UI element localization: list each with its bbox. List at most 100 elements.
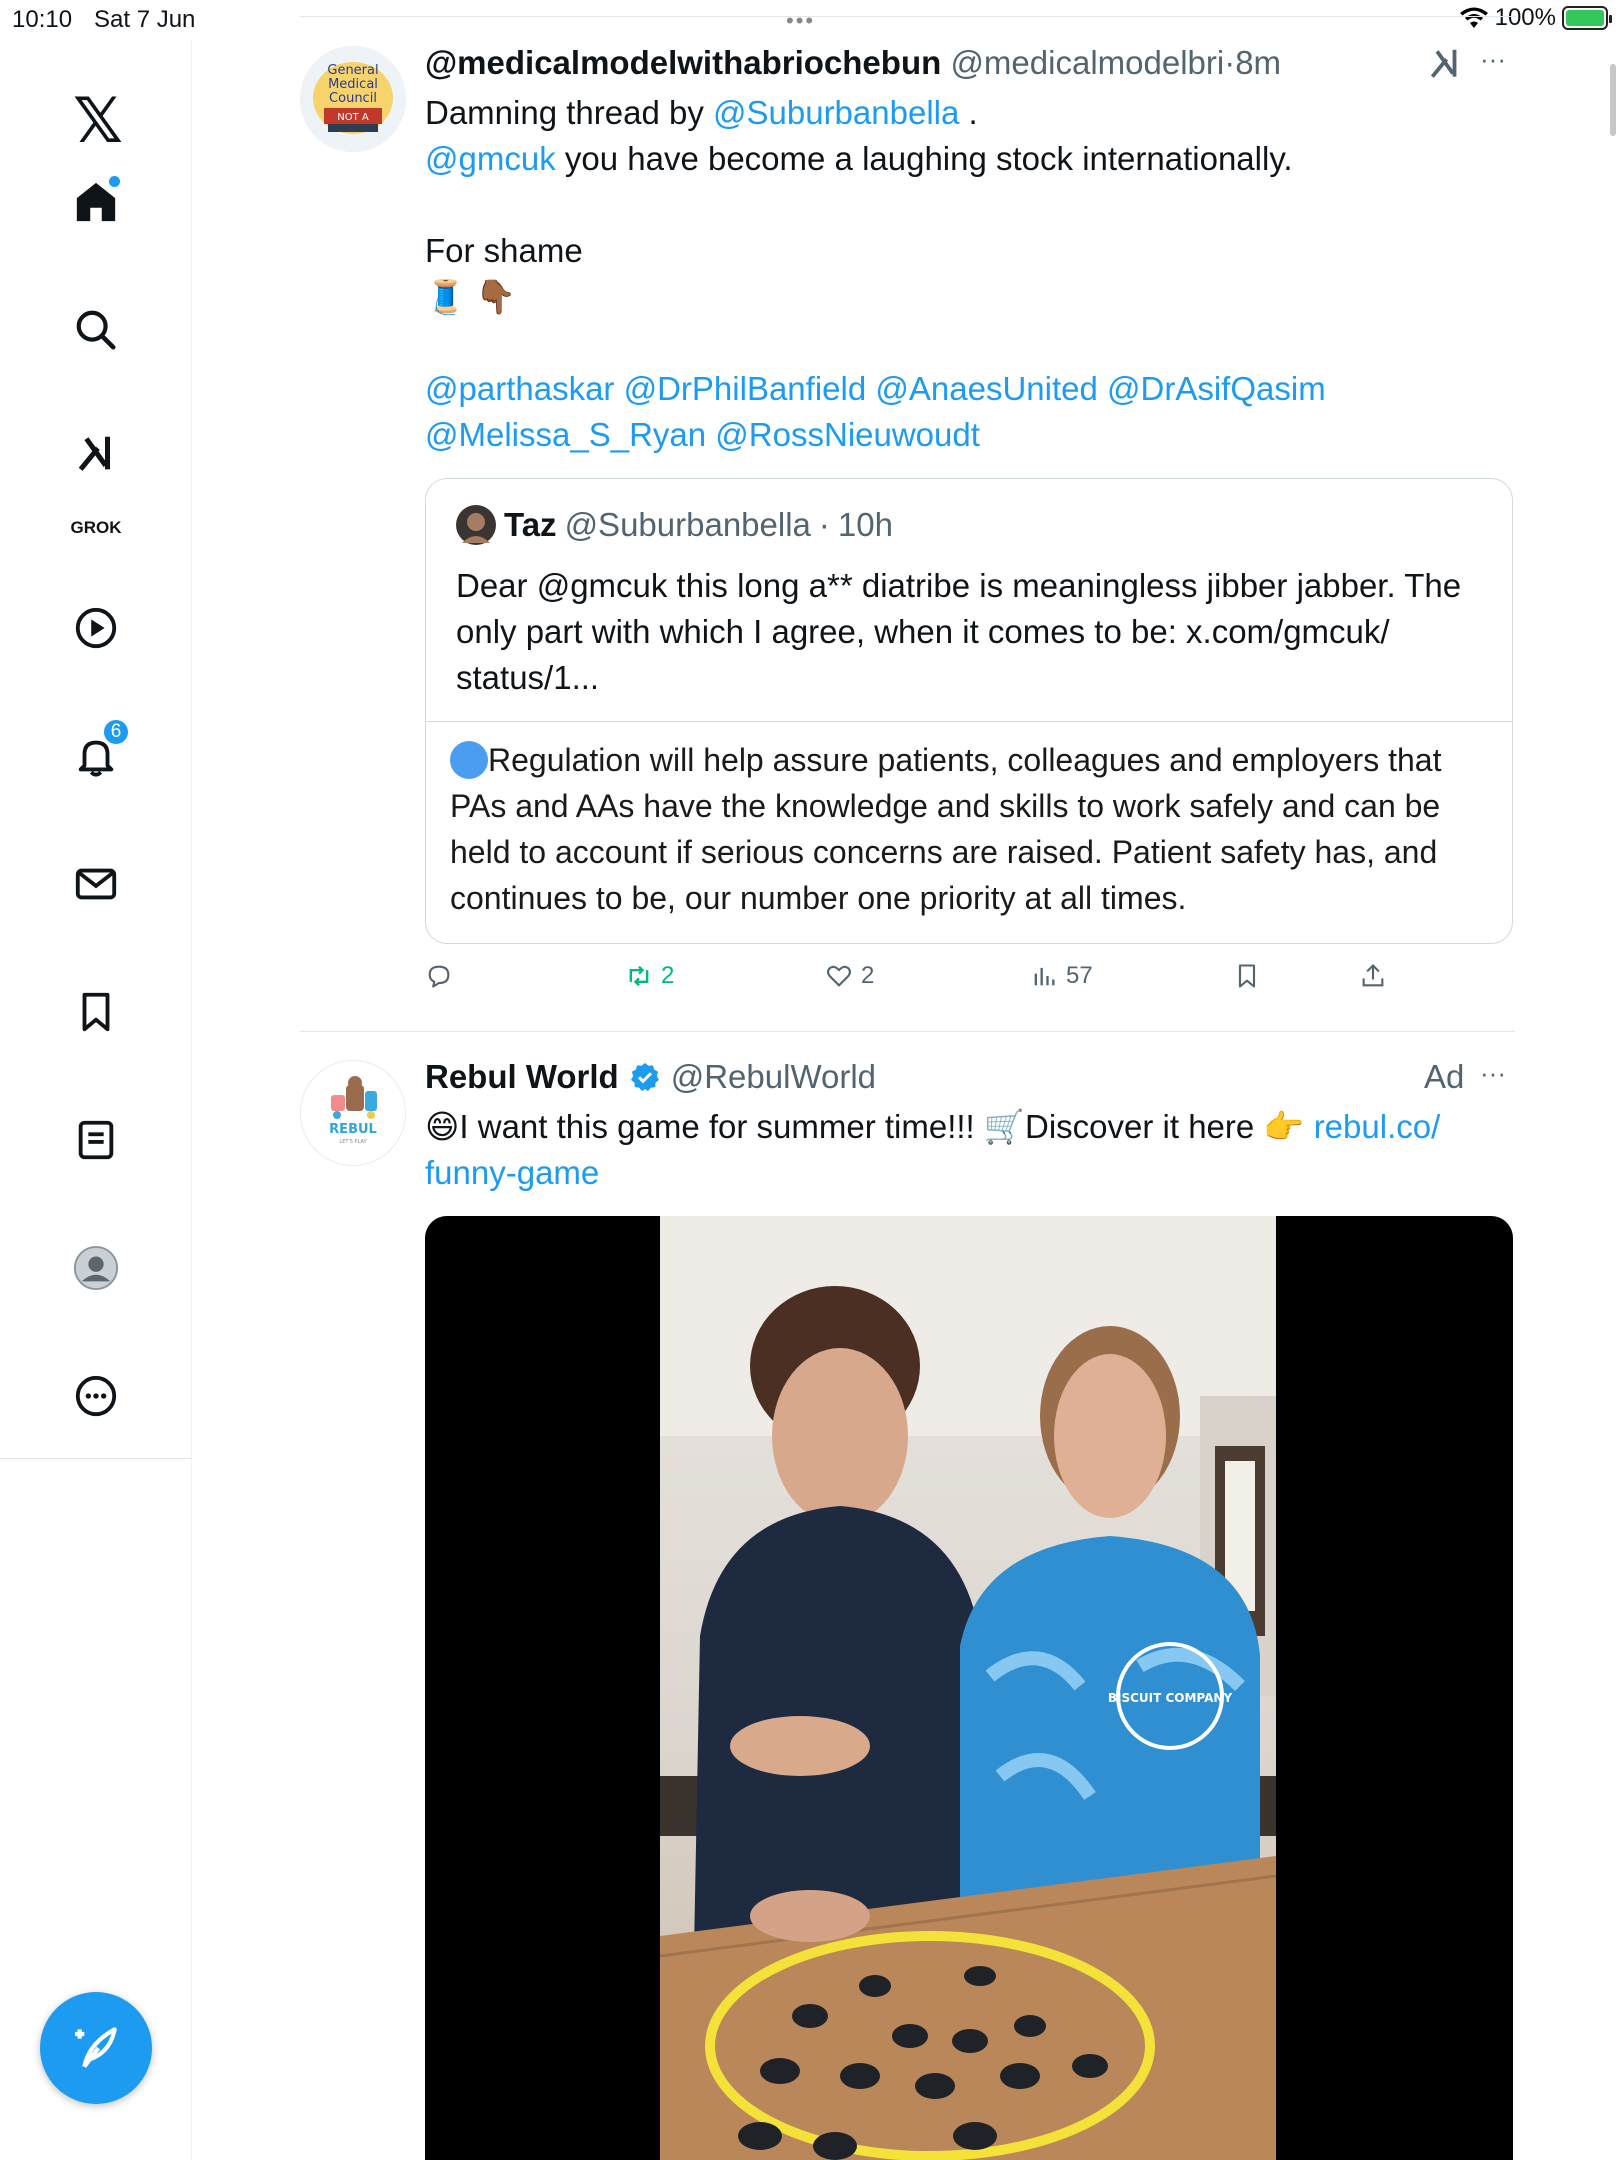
views-button[interactable]: 57 [1030,962,1093,990]
grok-icon [78,436,110,471]
bookmark-button[interactable] [1233,962,1261,990]
mention-link[interactable]: @RossNieuwoudt [715,416,980,453]
ad-link-continued[interactable]: funny-game [425,1150,1515,1196]
x-logo-icon[interactable]: 𝕏 [66,84,130,157]
compose-post-button[interactable] [40,1992,152,2104]
quote-divider [426,721,1512,722]
mention-suburbanbella[interactable]: @Suburbanbella [713,94,959,131]
status-bar: 10:10 Sat 7 Jun ••• 100% [0,0,1620,40]
verified-badge-icon [630,1063,659,1092]
quote-handle[interactable]: @Suburbanbella [565,506,811,544]
like-count: 2 [861,962,875,989]
tweet2-handle[interactable]: @RebulWorld [671,1054,876,1100]
like-button[interactable]: 2 [825,962,874,990]
quote-header: Taz @Suburbanbella · 10h [456,505,893,545]
scrollbar[interactable] [1610,64,1616,136]
gmc-logo-avatar: General Medical Council NOT A [300,46,406,152]
battery-icon [1562,6,1612,30]
nav-video[interactable] [64,596,128,660]
tweet1-line2: @gmcuk you have become a laughing stock … [425,140,1293,177]
mention-link[interactable]: @parthaskar [425,370,614,407]
sidebar-divider [0,1458,192,1459]
tweet1-body: Damning thread by @Suburbanbella . @gmcu… [425,90,1515,458]
video-still-image: BISCUIT COMPANY [660,1216,1276,2160]
nav-messages[interactable] [64,852,128,916]
views-bar-chart-icon [1034,967,1055,986]
tweet1-handle[interactable]: @medicalmodelbri [950,44,1224,81]
shirt-print-text: BISCUIT COMPANY [1108,1691,1233,1705]
ad-link[interactable]: rebul.co/ [1314,1108,1441,1145]
nav-profile[interactable] [64,1236,128,1300]
mention-link[interactable]: @AnaesUnited [875,370,1097,407]
compose-feather-icon [75,2027,117,2068]
svg-text:NOT A: NOT A [337,112,369,123]
mention-gmcuk[interactable]: @gmcuk [425,140,556,177]
status-time: 10:10 [12,6,73,33]
share-icon [1362,964,1384,987]
quote-text: Dear @gmcuk this long a** diatribe is me… [456,567,1462,696]
retweet-button[interactable]: 2 [625,962,674,990]
nav-more[interactable] [64,1364,128,1428]
tweet1-line3: For shame [425,232,583,269]
share-button[interactable] [1359,962,1387,990]
tweet1-display-name[interactable]: @medicalmodelwithabriochebun [425,44,941,81]
rebul-logo-avatar: REBUL LET'S PLAY [301,1061,405,1165]
tweet1-mentions-row1: @parthaskar @DrPhilBanfield @AnaesUnited… [425,366,1515,412]
grok-explain-icon[interactable] [1426,44,1464,84]
quoted-tweet[interactable]: Taz @Suburbanbella · 10h Dear @gmcuk this … [425,478,1513,944]
tweet1-line1: Damning thread by @Suburbanbella . [425,94,978,131]
nav-bookmarks[interactable] [64,980,128,1044]
tweet2-more-icon[interactable]: ··· [1480,1058,1506,1089]
ad-video[interactable]: BISCUIT COMPANY [425,1216,1513,2160]
nav-grok[interactable] [64,422,128,486]
quote-embedded-image-text: Regulation will help assure patients, co… [450,741,1442,916]
battery-percent: 100% [1494,4,1556,31]
cart-emoji: 🛒 [983,1108,1025,1145]
tweet1-mentions-row2: @Melissa_S_Ryan @RossNieuwoudt [425,412,1515,458]
wifi-icon [1459,7,1488,28]
tweet2-line1: 😄I want this game for summer time!!! 🛒Di… [425,1108,1441,1145]
tweet2-avatar[interactable]: REBUL LET'S PLAY [300,1060,406,1166]
tweet1-emojis: 🧵 👇🏾 [425,278,517,315]
quote-display-name[interactable]: Taz [504,506,557,544]
nav-home[interactable] [64,170,128,234]
multitask-dots-icon[interactable]: ••• [786,8,815,34]
status-date: Sat 7 Jun [94,6,196,33]
quote-time[interactable]: 10h [838,506,893,544]
play-circle-icon [75,607,117,649]
tweet2-display-name[interactable]: Rebul World [425,1054,619,1100]
reply-icon [428,965,450,988]
tweet1-actions: 2 2 57 [425,962,1425,998]
quote-avatar[interactable] [456,505,496,545]
list-icon [78,1120,114,1160]
heart-icon [827,965,851,987]
tweet2-header: Rebul World @RebulWorld [425,1054,876,1100]
reply-button[interactable] [425,962,453,990]
status-right: 100% [1459,4,1612,32]
rebul-brand-text: REBUL [329,1122,377,1137]
bookmark-icon [1238,964,1256,988]
feed-top-divider [300,16,1515,17]
tweet2-body: 😄I want this game for summer time!!! 🛒Di… [425,1104,1515,1196]
svg-text:Council: Council [329,91,377,106]
tweet1-time[interactable]: 8m [1235,44,1281,81]
notification-badge: 6 [102,718,130,746]
mention-link[interactable]: @DrAsifQasim [1107,370,1326,407]
search-icon [76,310,116,350]
profile-avatar-icon [73,1245,119,1291]
mention-link[interactable]: @Melissa_S_Ryan [425,416,706,453]
svg-text:Medical: Medical [328,77,378,92]
grok-label: GROK [70,518,122,537]
ad-label: Ad [1424,1058,1465,1095]
more-circle-icon [75,1375,117,1417]
nav-lists[interactable] [64,1108,128,1172]
grin-emoji: 😄 [425,1108,460,1145]
mention-link[interactable]: @DrPhilBanfield [624,370,867,407]
svg-text:General: General [327,63,378,78]
views-count: 57 [1066,962,1093,989]
tweet1-more-icon[interactable]: ··· [1480,44,1506,75]
tweet1-avatar[interactable]: General Medical Council NOT A [300,46,406,152]
nav-notifications[interactable]: 6 [64,718,130,788]
home-unread-dot [109,176,120,187]
nav-search[interactable] [64,298,128,362]
